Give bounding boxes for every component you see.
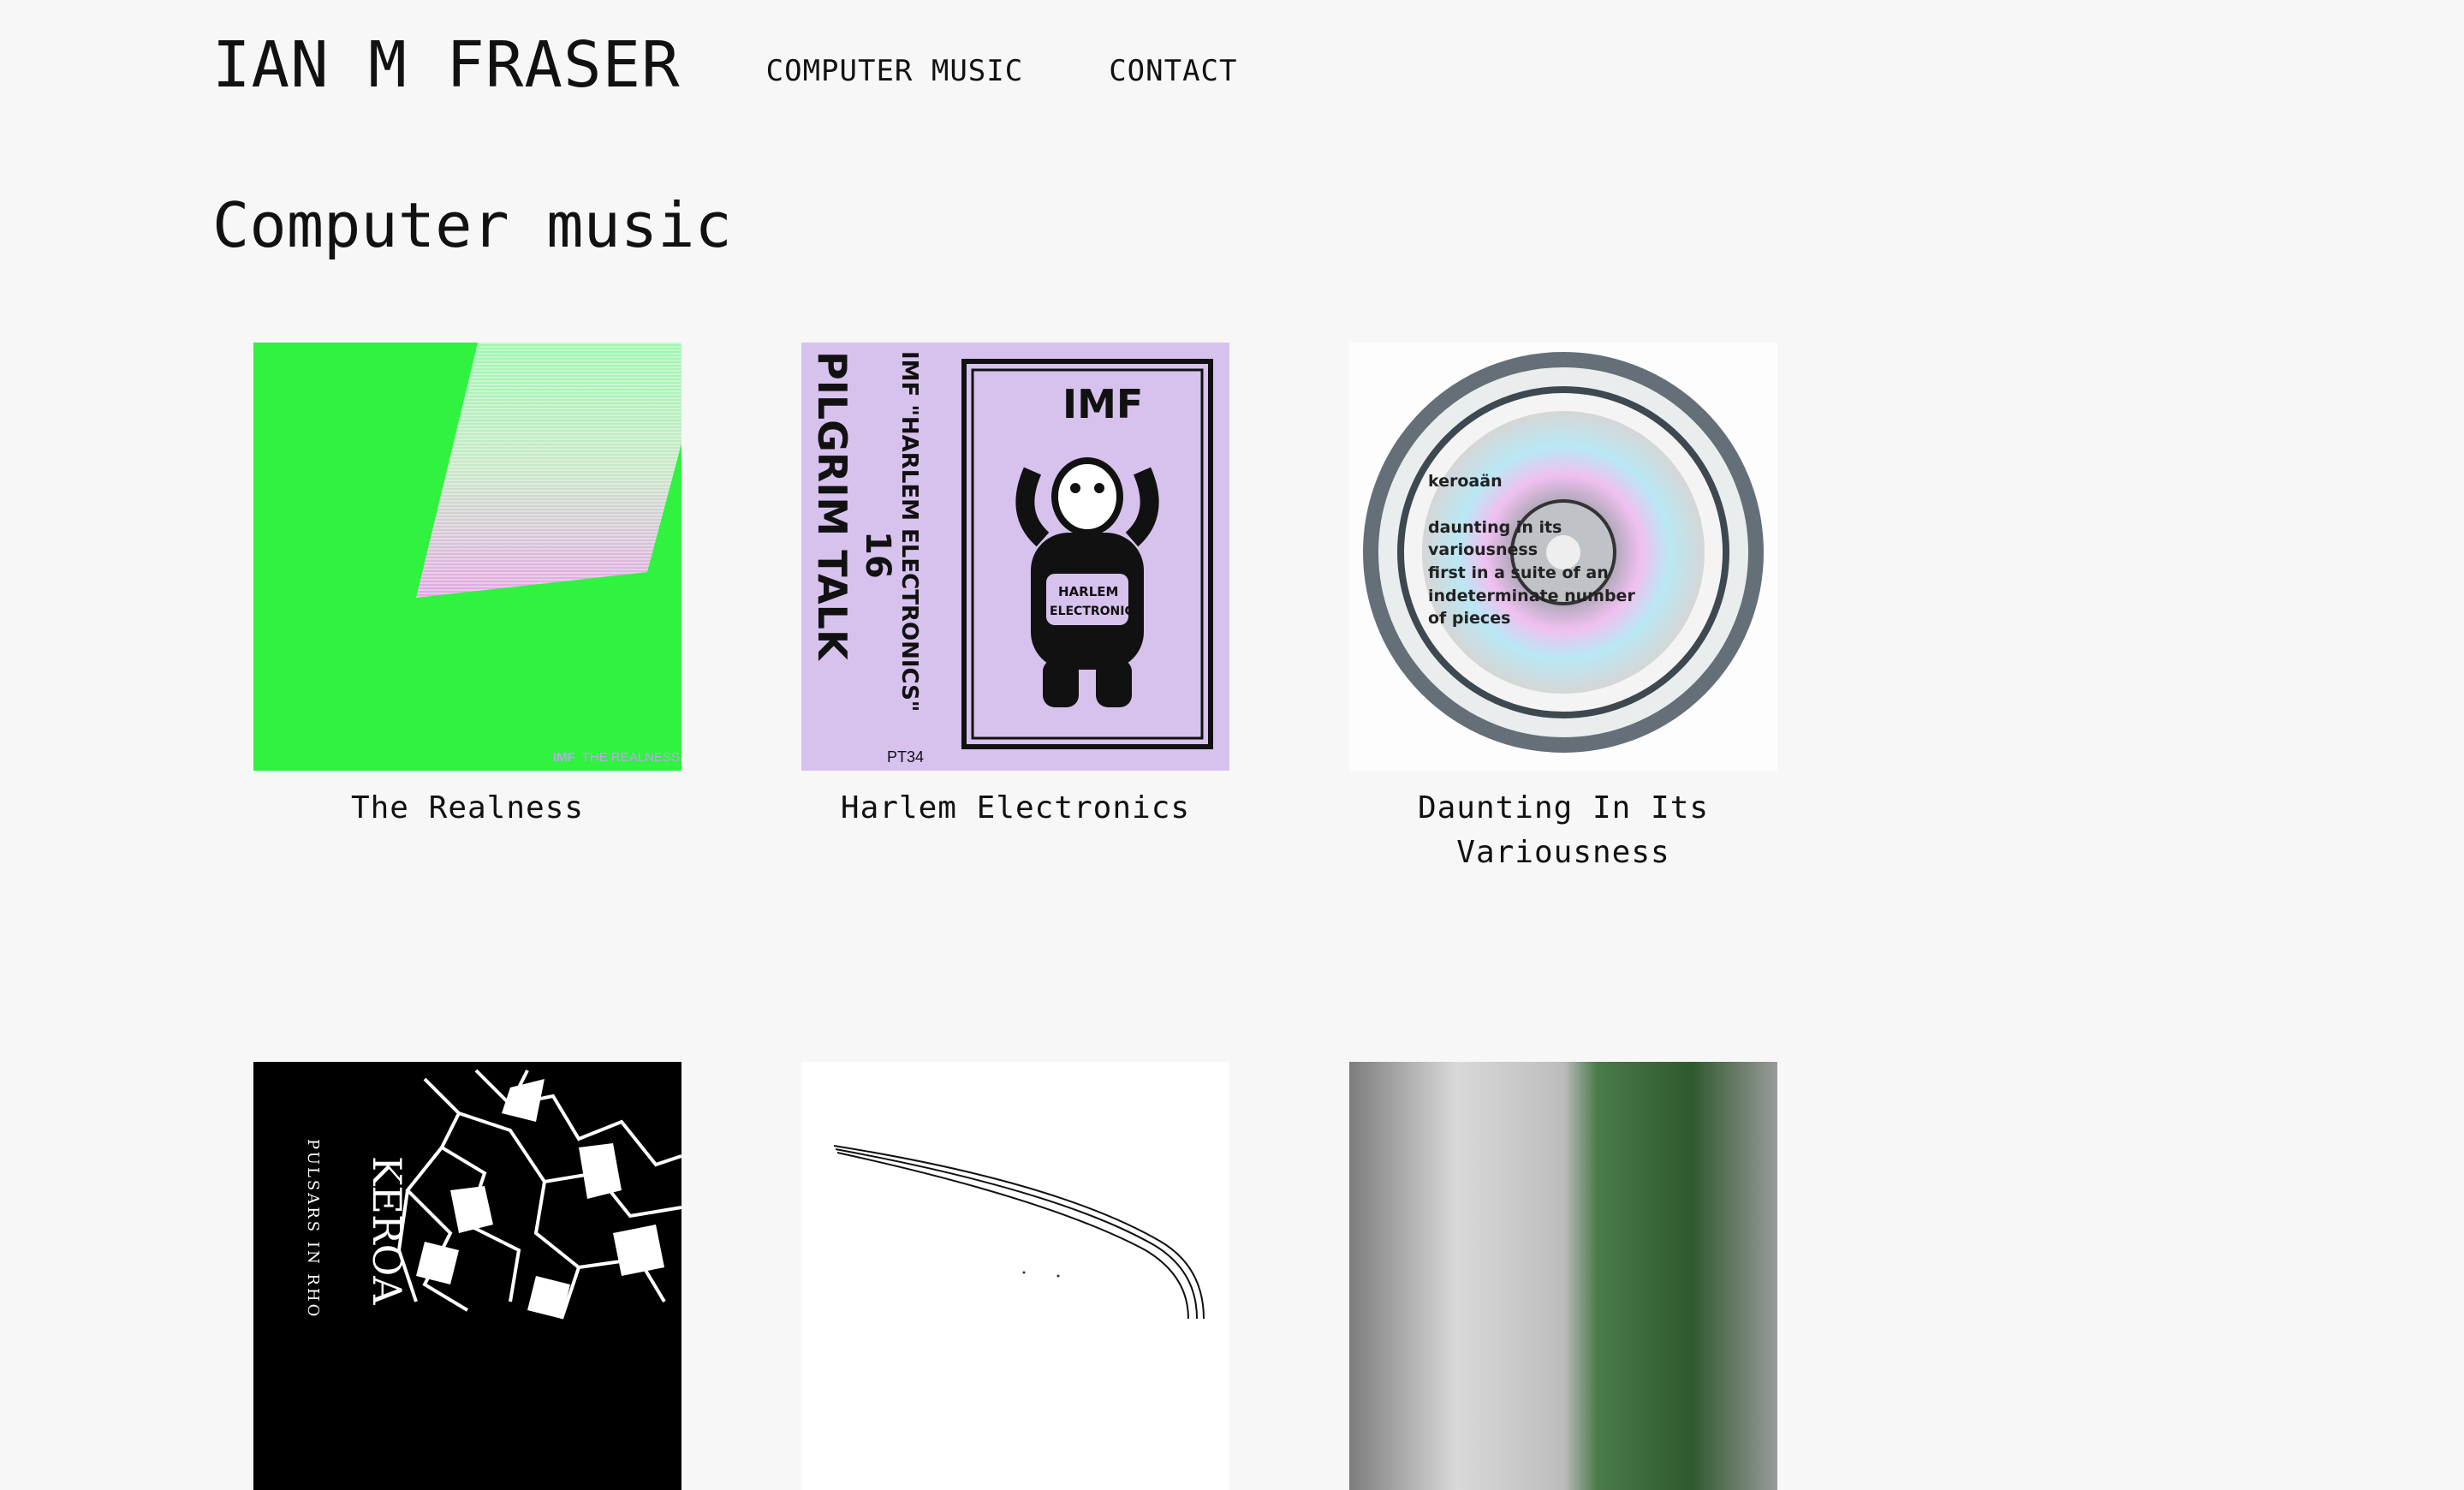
black-white-crackle-cover-icon: KEROA PULSARS IN RHO bbox=[253, 1062, 681, 1490]
svg-text:first in a suite of an: first in a suite of an bbox=[1428, 563, 1609, 582]
release-cover-link[interactable] bbox=[1349, 1062, 1777, 1490]
svg-text:16: 16 bbox=[858, 531, 897, 579]
release-cover-link[interactable]: KEROA PULSARS IN RHO bbox=[253, 1062, 681, 1490]
release-title[interactable]: Harlem Electronics bbox=[760, 786, 1271, 831]
svg-text:keroaän: keroaän bbox=[1428, 472, 1503, 491]
cd-in-case-cover-icon: keroaän daunting in its variousness firs… bbox=[1349, 343, 1777, 771]
site-header: IAN M FRASER COMPUTER MUSIC CONTACT bbox=[212, 31, 1238, 99]
site-title-link[interactable]: IAN M FRASER bbox=[212, 33, 681, 97]
teletubby-cassette-cover-icon: PILGRIM TALK 16 IMF "HARLEM ELECTRONICS"… bbox=[801, 343, 1229, 771]
svg-text:HARLEM: HARLEM bbox=[1058, 584, 1118, 599]
release-cover-link[interactable]: keroaän daunting in its variousness firs… bbox=[1349, 343, 1777, 771]
nav-item-contact[interactable]: CONTACT bbox=[1109, 54, 1237, 88]
svg-text:KEROA: KEROA bbox=[364, 1156, 410, 1305]
svg-text:of pieces: of pieces bbox=[1428, 609, 1510, 628]
nav-item-computer-music[interactable]: COMPUTER MUSIC bbox=[766, 54, 1024, 88]
white-curve-cover-icon bbox=[801, 1062, 1229, 1490]
main-nav: COMPUTER MUSIC CONTACT bbox=[766, 42, 1238, 88]
svg-text:PULSARS IN RHO: PULSARS IN RHO bbox=[304, 1139, 322, 1319]
page-title: Computer music bbox=[212, 189, 732, 261]
svg-text:ELECTRONICS: ELECTRONICS bbox=[1050, 605, 1142, 618]
svg-text:IMF "HARLEM ELECTRONICS": IMF "HARLEM ELECTRONICS" bbox=[896, 351, 922, 712]
release-cover-link[interactable] bbox=[801, 1062, 1229, 1490]
grey-green-blur-cover-icon bbox=[1349, 1062, 1777, 1490]
release-cover-link[interactable]: IMF THE REALNESS bbox=[253, 343, 681, 771]
release-title[interactable]: The Realness bbox=[212, 786, 723, 831]
svg-text:daunting in its: daunting in its bbox=[1428, 518, 1562, 537]
cover-corner-text: IMF THE REALNESS bbox=[553, 750, 680, 765]
svg-text:PT34: PT34 bbox=[887, 748, 924, 766]
svg-text:IMF: IMF bbox=[1062, 381, 1143, 427]
svg-text:PILGRIM TALK: PILGRIM TALK bbox=[809, 351, 855, 662]
svg-text:indeterminate number: indeterminate number bbox=[1428, 587, 1635, 605]
release-cover-link[interactable]: PILGRIM TALK 16 IMF "HARLEM ELECTRONICS"… bbox=[801, 343, 1229, 771]
svg-text:variousness: variousness bbox=[1428, 540, 1538, 559]
green-gradient-cover-icon: IMF THE REALNESS bbox=[253, 343, 681, 771]
release-title[interactable]: Daunting In Its Variousness bbox=[1308, 786, 1818, 875]
